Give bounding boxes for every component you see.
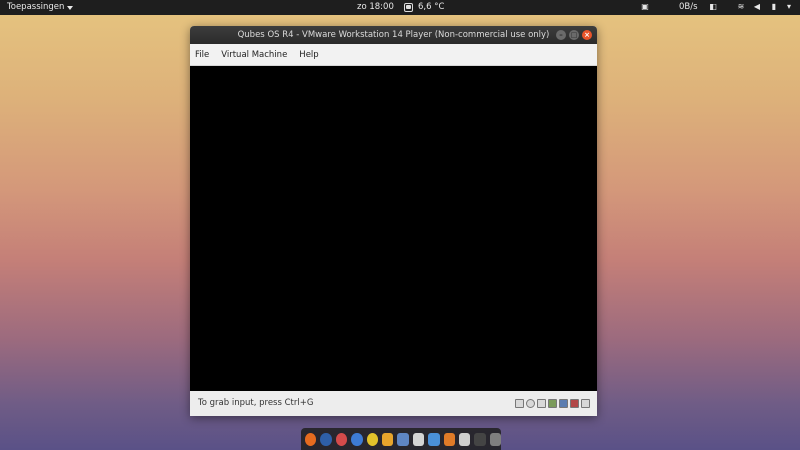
vmware-icon[interactable] [381, 432, 394, 446]
chrome-icon[interactable] [366, 432, 378, 446]
qbittorrent-icon[interactable] [351, 432, 363, 446]
wifi-icon[interactable]: ≋ [736, 2, 746, 12]
battery-icon[interactable]: ▮ [769, 2, 779, 12]
pen-icon[interactable] [537, 399, 546, 408]
close-button[interactable]: × [582, 30, 592, 40]
device-tray [515, 399, 590, 408]
hdd-icon[interactable] [515, 399, 524, 408]
clock[interactable]: zo 18:00 [357, 2, 394, 12]
lifebuoy-icon[interactable] [335, 432, 348, 446]
window-title: Qubes OS R4 - VMware Workstation 14 Play… [237, 30, 550, 40]
calculator-icon[interactable] [397, 432, 409, 446]
system-monitor-icon[interactable]: ◧ [708, 2, 718, 12]
minimize-button[interactable]: – [556, 30, 566, 40]
menu-help[interactable]: Help [299, 50, 318, 60]
mail-icon[interactable] [412, 432, 425, 446]
weather-icon [404, 2, 413, 12]
menu-file[interactable]: File [195, 50, 209, 60]
document-icon[interactable] [458, 432, 471, 446]
menu-virtual-machine[interactable]: Virtual Machine [221, 50, 287, 60]
title-bar[interactable]: Qubes OS R4 - VMware Workstation 14 Play… [190, 26, 597, 44]
top-panel: Toepassingen zo 18:00 6,6 °C ▣ 0B/s ◧ ≋ … [0, 0, 800, 15]
chevron-down-icon [67, 5, 74, 10]
volume-icon[interactable]: ◀ [752, 2, 762, 12]
power-menu-icon[interactable]: ▾ [784, 2, 794, 12]
menu-bar: File Virtual Machine Help [190, 44, 597, 66]
applications-menu[interactable]: Toepassingen [7, 2, 74, 12]
weather-temperature: 6,6 °C [418, 2, 445, 12]
clipboard-icon[interactable]: ▣ [640, 2, 650, 12]
display-icon[interactable] [581, 399, 590, 408]
thunderbird-icon[interactable] [320, 432, 332, 446]
maximize-button[interactable]: □ [569, 30, 579, 40]
firefox-icon[interactable] [305, 432, 317, 446]
status-text: To grab input, press Ctrl+G [198, 398, 314, 408]
terminal-icon[interactable] [474, 432, 486, 446]
applications-label: Toepassingen [7, 2, 65, 12]
vmware-window: Qubes OS R4 - VMware Workstation 14 Play… [190, 26, 597, 416]
download-icon[interactable] [428, 432, 440, 446]
vm-display[interactable] [190, 66, 597, 391]
dock [301, 428, 502, 450]
network-speed[interactable]: 0B/s [679, 2, 698, 12]
cd-icon[interactable] [526, 399, 535, 408]
audio-icon[interactable] [570, 399, 579, 408]
settings-icon[interactable] [443, 432, 455, 446]
drive-icon[interactable] [489, 432, 502, 446]
weather-indicator[interactable]: 6,6 °C [404, 2, 444, 12]
network-icon[interactable] [548, 399, 557, 408]
status-bar: To grab input, press Ctrl+G [190, 391, 597, 416]
usb-icon[interactable] [559, 399, 568, 408]
